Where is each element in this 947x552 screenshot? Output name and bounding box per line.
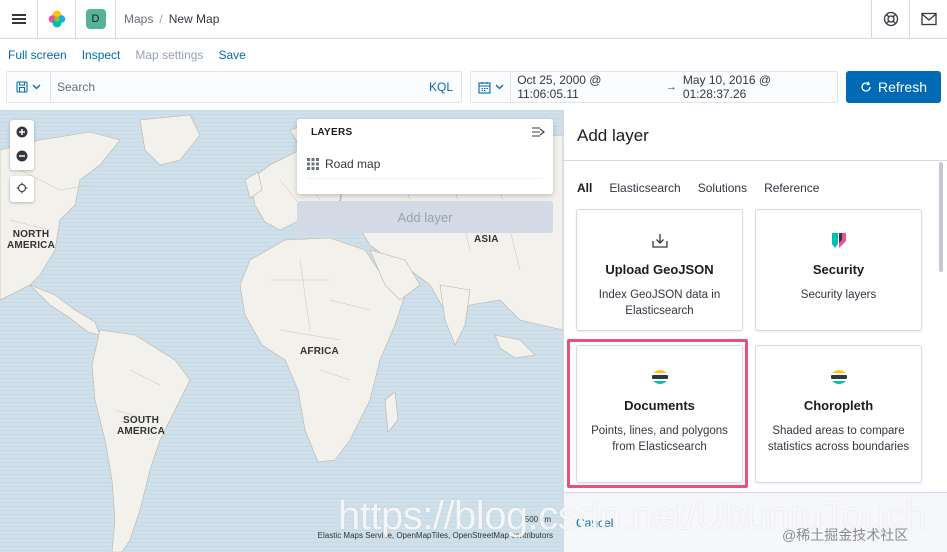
card-title: Upload GeoJSON <box>605 262 714 277</box>
calendar-icon <box>478 81 491 94</box>
card-description: Index GeoJSON data in Elasticsearch <box>598 289 721 317</box>
highlight-annotation <box>567 339 748 488</box>
tab-reference[interactable]: Reference <box>764 181 819 195</box>
tab-all[interactable]: All <box>577 181 592 195</box>
chevron-down-icon <box>32 84 41 90</box>
card-title: Choropleth <box>803 398 874 413</box>
crosshairs-icon <box>16 182 28 194</box>
layer-category-tabs: All Elasticsearch Solutions Reference <box>577 181 819 195</box>
refresh-label: Refresh <box>877 79 928 95</box>
breadcrumb: Maps / New Map <box>116 12 219 26</box>
plus-circle-icon <box>16 126 28 138</box>
menu-button[interactable] <box>0 0 38 38</box>
tab-elasticsearch[interactable]: Elasticsearch <box>609 181 680 195</box>
newsfeed-button[interactable] <box>909 0 947 38</box>
help-button[interactable] <box>871 0 909 38</box>
breadcrumb-separator: / <box>159 12 163 26</box>
zoom-in-button[interactable] <box>10 120 34 144</box>
breadcrumb-maps[interactable]: Maps <box>124 12 153 26</box>
inspect-link[interactable]: Inspect <box>82 48 121 62</box>
map-label-africa: AFRICA <box>300 346 339 357</box>
layer-item-road-map[interactable]: Road map <box>307 149 543 179</box>
breadcrumb-new-map: New Map <box>168 12 220 26</box>
zoom-out-button[interactable] <box>10 144 34 168</box>
header-right-actions <box>871 0 947 38</box>
zoom-controls <box>10 120 34 170</box>
mail-icon <box>920 12 937 26</box>
choropleth-card[interactable]: Choropleth Shaded areas to compare stati… <box>755 345 922 483</box>
layer-label: Road map <box>325 156 381 171</box>
save-icon <box>16 81 28 93</box>
security-app-icon <box>828 230 850 252</box>
chevron-down-icon <box>495 84 504 90</box>
map-settings-link[interactable]: Map settings <box>135 48 203 62</box>
map-attribution: Elastic Maps Service, OpenMapTiles, Open… <box>317 531 553 540</box>
saved-query-button[interactable] <box>7 72 51 102</box>
upload-geojson-card[interactable]: Upload GeoJSON Index GeoJSON data in Ela… <box>576 209 743 331</box>
refresh-icon <box>861 81 871 92</box>
map-label-north-america: NORTH AMERICA <box>6 229 56 251</box>
date-picker: Oct 25, 2000 @ 11:06:05.11 → May 10, 201… <box>470 71 838 103</box>
grid-icon <box>307 157 319 170</box>
start-date[interactable]: Oct 25, 2000 @ 11:06:05.11 <box>511 73 666 101</box>
query-bar: Search KQL <box>6 71 462 103</box>
elastic-logo-icon <box>48 10 65 28</box>
space-avatar: D <box>85 9 106 29</box>
top-header: D Maps / New Map <box>0 0 947 39</box>
security-card[interactable]: Security Security layers <box>755 209 922 331</box>
card-description: Shaded areas to compare statistics acros… <box>767 425 910 453</box>
refresh-button[interactable]: Refresh <box>846 71 941 103</box>
search-input[interactable]: Search <box>51 80 429 94</box>
elastic-logo[interactable] <box>38 0 76 38</box>
map-scale: 500 km <box>524 515 551 524</box>
top-nav-menu: Full screen Inspect Map settings Save <box>0 40 246 70</box>
quick-menu-button[interactable] <box>471 72 512 102</box>
arrow-right-icon: → <box>665 81 677 93</box>
menu-right-icon <box>532 127 545 137</box>
fit-controls <box>10 176 34 202</box>
card-description: Security layers <box>800 289 877 301</box>
import-icon <box>649 230 671 252</box>
cancel-button[interactable]: Cancel <box>576 516 613 530</box>
flyout-scrollbar[interactable] <box>939 162 943 272</box>
map-label-south-america: SOUTH AMERICA <box>116 415 166 437</box>
full-screen-link[interactable]: Full screen <box>8 48 67 62</box>
divider <box>564 160 947 161</box>
elasticsearch-icon <box>828 366 850 388</box>
card-title: Security <box>812 262 865 277</box>
collapse-layers-button[interactable] <box>531 126 545 141</box>
flyout-title: Add layer <box>577 126 649 145</box>
kql-toggle[interactable]: KQL <box>429 80 461 94</box>
space-selector[interactable]: D <box>76 0 116 38</box>
layers-title: LAYERS <box>311 127 353 138</box>
tab-solutions[interactable]: Solutions <box>698 181 747 195</box>
layers-panel: LAYERS Road map <box>297 119 553 194</box>
minus-circle-icon <box>16 150 28 162</box>
map-label-asia: ASIA <box>474 234 499 245</box>
end-date[interactable]: May 10, 2016 @ 01:28:37.26 <box>677 73 837 101</box>
add-layer-button[interactable]: Add layer <box>297 201 553 233</box>
flyout-footer <box>564 492 947 552</box>
hamburger-icon <box>11 18 26 20</box>
save-link[interactable]: Save <box>218 48 245 62</box>
help-icon <box>883 11 898 27</box>
locate-button[interactable] <box>10 176 34 200</box>
